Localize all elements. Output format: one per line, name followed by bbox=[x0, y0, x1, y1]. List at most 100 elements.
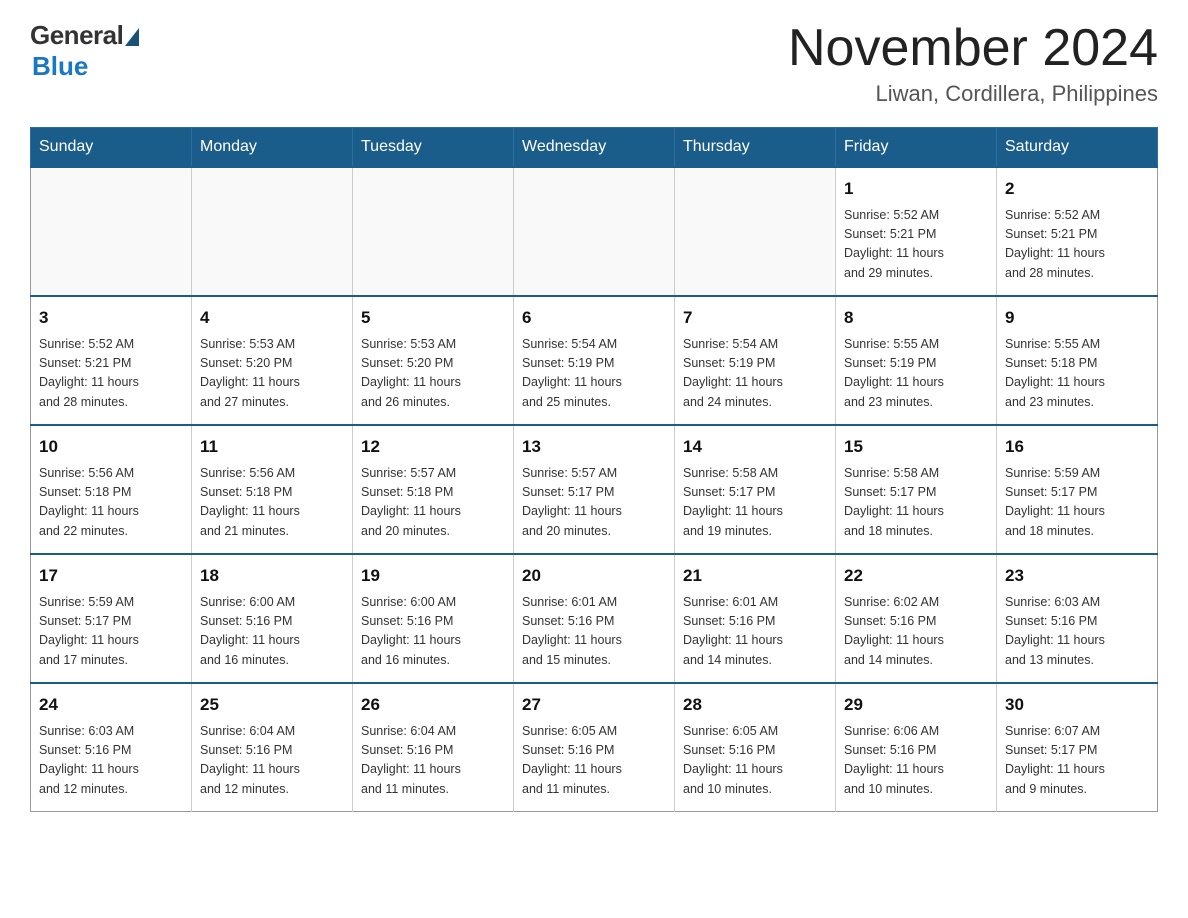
day-info: Sunrise: 6:04 AMSunset: 5:16 PMDaylight:… bbox=[361, 722, 505, 800]
logo: General Blue bbox=[30, 20, 139, 82]
calendar-cell: 1Sunrise: 5:52 AMSunset: 5:21 PMDaylight… bbox=[836, 167, 997, 296]
day-number: 18 bbox=[200, 563, 344, 589]
day-number: 8 bbox=[844, 305, 988, 331]
week-row-3: 10 Sunrise: 5:56 AMSunset: 5:18 PMDayligh… bbox=[31, 425, 1158, 554]
page-subtitle: Liwan, Cordillera, Philippines bbox=[788, 81, 1158, 107]
calendar-cell: 13 Sunrise: 5:57 AMSunset: 5:17 PMDayligh… bbox=[514, 425, 675, 554]
logo-blue-text: Blue bbox=[32, 51, 88, 82]
day-number: 7 bbox=[683, 305, 827, 331]
day-info: Sunrise: 6:00 AMSunset: 5:16 PMDaylight:… bbox=[200, 593, 344, 671]
day-info: Sunrise: 5:54 AMSunset: 5:19 PMDaylight:… bbox=[683, 335, 827, 413]
day-info: Sunrise: 5:55 AMSunset: 5:18 PMDaylight:… bbox=[1005, 335, 1149, 413]
day-number: 4 bbox=[200, 305, 344, 331]
page-header: General Blue November 2024 Liwan, Cordil… bbox=[30, 20, 1158, 107]
day-info: Sunrise: 5:52 AMSunset: 5:21 PMDaylight:… bbox=[39, 335, 183, 413]
day-number: 23 bbox=[1005, 563, 1149, 589]
day-number: 27 bbox=[522, 692, 666, 718]
calendar-cell: 16 Sunrise: 5:59 AMSunset: 5:17 PMDayligh… bbox=[997, 425, 1158, 554]
calendar-cell: 14 Sunrise: 5:58 AMSunset: 5:17 PMDayligh… bbox=[675, 425, 836, 554]
day-info: Sunrise: 5:57 AMSunset: 5:18 PMDaylight:… bbox=[361, 464, 505, 542]
day-info: Sunrise: 6:05 AMSunset: 5:16 PMDaylight:… bbox=[522, 722, 666, 800]
calendar-cell: 26Sunrise: 6:04 AMSunset: 5:16 PMDayligh… bbox=[353, 683, 514, 812]
weekday-header-thursday: Thursday bbox=[675, 128, 836, 168]
day-number: 14 bbox=[683, 434, 827, 460]
day-number: 13 bbox=[522, 434, 666, 460]
calendar-cell: 12 Sunrise: 5:57 AMSunset: 5:18 PMDayligh… bbox=[353, 425, 514, 554]
calendar-body: 1Sunrise: 5:52 AMSunset: 5:21 PMDaylight… bbox=[31, 167, 1158, 812]
calendar-cell: 22 Sunrise: 6:02 AMSunset: 5:16 PMDayligh… bbox=[836, 554, 997, 683]
day-number: 2 bbox=[1005, 176, 1149, 202]
calendar-cell: 28Sunrise: 6:05 AMSunset: 5:16 PMDayligh… bbox=[675, 683, 836, 812]
calendar-cell: 20Sunrise: 6:01 AMSunset: 5:16 PMDayligh… bbox=[514, 554, 675, 683]
day-number: 25 bbox=[200, 692, 344, 718]
logo-top: General bbox=[30, 20, 139, 51]
weekday-header-row: SundayMondayTuesdayWednesdayThursdayFrid… bbox=[31, 128, 1158, 168]
calendar-cell bbox=[192, 167, 353, 296]
day-number: 19 bbox=[361, 563, 505, 589]
day-info: Sunrise: 5:56 AMSunset: 5:18 PMDaylight:… bbox=[39, 464, 183, 542]
day-info: Sunrise: 5:58 AMSunset: 5:17 PMDaylight:… bbox=[683, 464, 827, 542]
calendar-header: SundayMondayTuesdayWednesdayThursdayFrid… bbox=[31, 128, 1158, 168]
calendar-cell: 8 Sunrise: 5:55 AMSunset: 5:19 PMDaylight… bbox=[836, 296, 997, 425]
calendar-cell: 11 Sunrise: 5:56 AMSunset: 5:18 PMDayligh… bbox=[192, 425, 353, 554]
day-number: 16 bbox=[1005, 434, 1149, 460]
day-info: Sunrise: 6:06 AMSunset: 5:16 PMDaylight:… bbox=[844, 722, 988, 800]
calendar-cell: 7 Sunrise: 5:54 AMSunset: 5:19 PMDaylight… bbox=[675, 296, 836, 425]
day-info: Sunrise: 5:55 AMSunset: 5:19 PMDaylight:… bbox=[844, 335, 988, 413]
day-number: 15 bbox=[844, 434, 988, 460]
day-info: Sunrise: 5:52 AMSunset: 5:21 PMDaylight:… bbox=[844, 206, 988, 284]
day-number: 11 bbox=[200, 434, 344, 460]
calendar-cell: 18 Sunrise: 6:00 AMSunset: 5:16 PMDayligh… bbox=[192, 554, 353, 683]
day-number: 21 bbox=[683, 563, 827, 589]
day-info: Sunrise: 5:59 AMSunset: 5:17 PMDaylight:… bbox=[1005, 464, 1149, 542]
week-row-4: 17Sunrise: 5:59 AMSunset: 5:17 PMDayligh… bbox=[31, 554, 1158, 683]
day-number: 5 bbox=[361, 305, 505, 331]
calendar-cell: 5Sunrise: 5:53 AMSunset: 5:20 PMDaylight… bbox=[353, 296, 514, 425]
day-info: Sunrise: 6:03 AMSunset: 5:16 PMDaylight:… bbox=[1005, 593, 1149, 671]
week-row-1: 1Sunrise: 5:52 AMSunset: 5:21 PMDaylight… bbox=[31, 167, 1158, 296]
calendar-cell: 2 Sunrise: 5:52 AMSunset: 5:21 PMDaylight… bbox=[997, 167, 1158, 296]
day-info: Sunrise: 6:04 AMSunset: 5:16 PMDaylight:… bbox=[200, 722, 344, 800]
day-number: 30 bbox=[1005, 692, 1149, 718]
day-info: Sunrise: 5:52 AMSunset: 5:21 PMDaylight:… bbox=[1005, 206, 1149, 284]
day-info: Sunrise: 5:54 AMSunset: 5:19 PMDaylight:… bbox=[522, 335, 666, 413]
day-info: Sunrise: 5:53 AMSunset: 5:20 PMDaylight:… bbox=[200, 335, 344, 413]
day-info: Sunrise: 5:59 AMSunset: 5:17 PMDaylight:… bbox=[39, 593, 183, 671]
weekday-header-tuesday: Tuesday bbox=[353, 128, 514, 168]
calendar-table: SundayMondayTuesdayWednesdayThursdayFrid… bbox=[30, 127, 1158, 812]
day-number: 12 bbox=[361, 434, 505, 460]
calendar-cell: 23 Sunrise: 6:03 AMSunset: 5:16 PMDayligh… bbox=[997, 554, 1158, 683]
day-number: 29 bbox=[844, 692, 988, 718]
day-number: 10 bbox=[39, 434, 183, 460]
day-info: Sunrise: 5:58 AMSunset: 5:17 PMDaylight:… bbox=[844, 464, 988, 542]
weekday-header-wednesday: Wednesday bbox=[514, 128, 675, 168]
calendar-cell: 6 Sunrise: 5:54 AMSunset: 5:19 PMDaylight… bbox=[514, 296, 675, 425]
calendar-cell: 21Sunrise: 6:01 AMSunset: 5:16 PMDayligh… bbox=[675, 554, 836, 683]
day-number: 22 bbox=[844, 563, 988, 589]
calendar-cell bbox=[514, 167, 675, 296]
calendar-cell: 9Sunrise: 5:55 AMSunset: 5:18 PMDaylight… bbox=[997, 296, 1158, 425]
day-info: Sunrise: 6:00 AMSunset: 5:16 PMDaylight:… bbox=[361, 593, 505, 671]
day-info: Sunrise: 5:56 AMSunset: 5:18 PMDaylight:… bbox=[200, 464, 344, 542]
calendar-cell: 3 Sunrise: 5:52 AMSunset: 5:21 PMDaylight… bbox=[31, 296, 192, 425]
title-section: November 2024 Liwan, Cordillera, Philipp… bbox=[788, 20, 1158, 107]
calendar-cell: 15 Sunrise: 5:58 AMSunset: 5:17 PMDayligh… bbox=[836, 425, 997, 554]
weekday-header-friday: Friday bbox=[836, 128, 997, 168]
day-number: 3 bbox=[39, 305, 183, 331]
calendar-cell: 17Sunrise: 5:59 AMSunset: 5:17 PMDayligh… bbox=[31, 554, 192, 683]
calendar-cell bbox=[353, 167, 514, 296]
day-info: Sunrise: 5:57 AMSunset: 5:17 PMDaylight:… bbox=[522, 464, 666, 542]
day-info: Sunrise: 6:03 AMSunset: 5:16 PMDaylight:… bbox=[39, 722, 183, 800]
day-info: Sunrise: 6:02 AMSunset: 5:16 PMDaylight:… bbox=[844, 593, 988, 671]
day-info: Sunrise: 6:05 AMSunset: 5:16 PMDaylight:… bbox=[683, 722, 827, 800]
page-title: November 2024 bbox=[788, 20, 1158, 77]
calendar-cell bbox=[31, 167, 192, 296]
calendar-cell: 19 Sunrise: 6:00 AMSunset: 5:16 PMDayligh… bbox=[353, 554, 514, 683]
calendar-cell: 29 Sunrise: 6:06 AMSunset: 5:16 PMDayligh… bbox=[836, 683, 997, 812]
calendar-cell: 10 Sunrise: 5:56 AMSunset: 5:18 PMDayligh… bbox=[31, 425, 192, 554]
calendar-cell: 25 Sunrise: 6:04 AMSunset: 5:16 PMDayligh… bbox=[192, 683, 353, 812]
weekday-header-saturday: Saturday bbox=[997, 128, 1158, 168]
day-number: 6 bbox=[522, 305, 666, 331]
logo-general-text: General bbox=[30, 20, 123, 51]
calendar-cell: 27 Sunrise: 6:05 AMSunset: 5:16 PMDayligh… bbox=[514, 683, 675, 812]
